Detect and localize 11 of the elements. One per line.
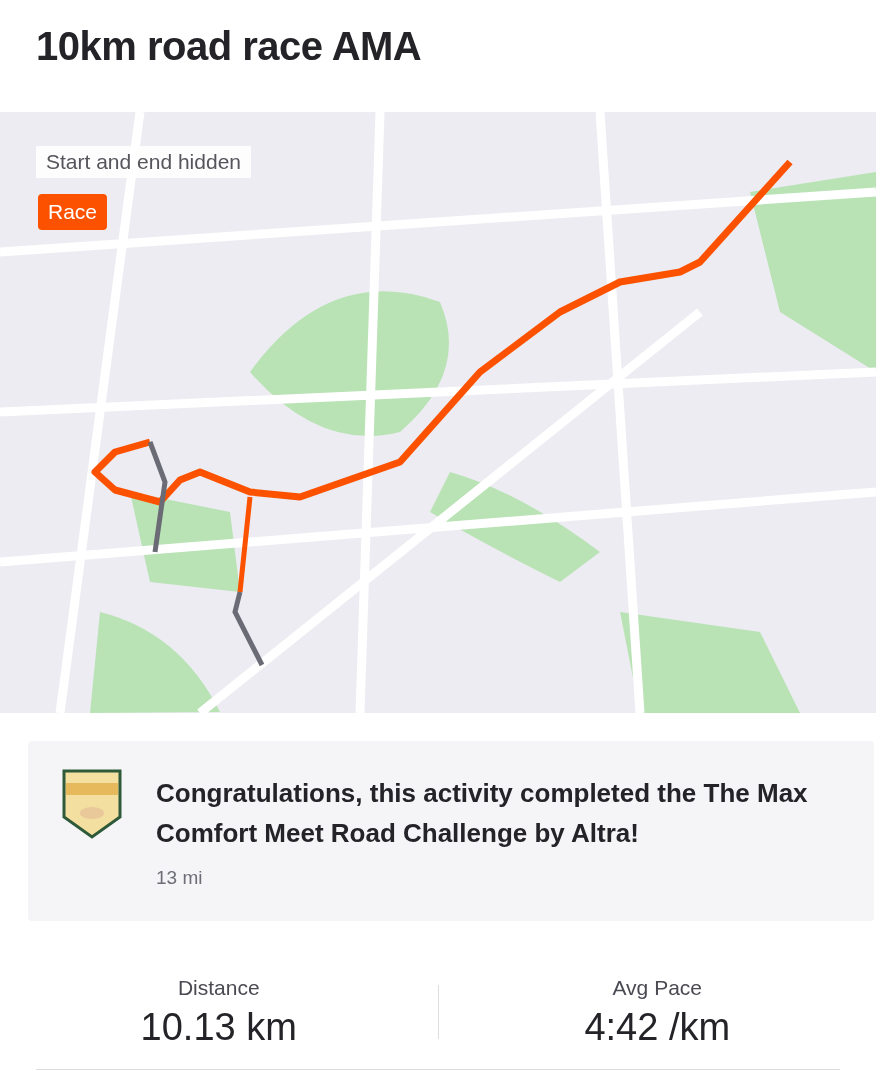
- achievement-card[interactable]: Congratulations, this activity completed the The Max Comfort Meet Road Challenge by Altra! 13 mi: [28, 741, 874, 921]
- achievement-distance: 13 mi: [156, 867, 204, 889]
- achievement-message: Congratulations, this activity completed the The Max Comfort Meet Road Challenge by Altra!: [156, 777, 809, 850]
- activity-title: 10km road race AMA: [35, 23, 423, 70]
- race-tag: Race: [38, 194, 108, 230]
- stat-value: 4:42 /km: [584, 1005, 731, 1049]
- stat-label: Distance: [177, 975, 260, 1000]
- stat-value: 10.13 km: [140, 1005, 297, 1049]
- shield-badge-icon: [62, 769, 122, 839]
- privacy-note: Start and end hidden: [36, 146, 251, 178]
- stat-label: Avg Pace: [612, 975, 702, 1000]
